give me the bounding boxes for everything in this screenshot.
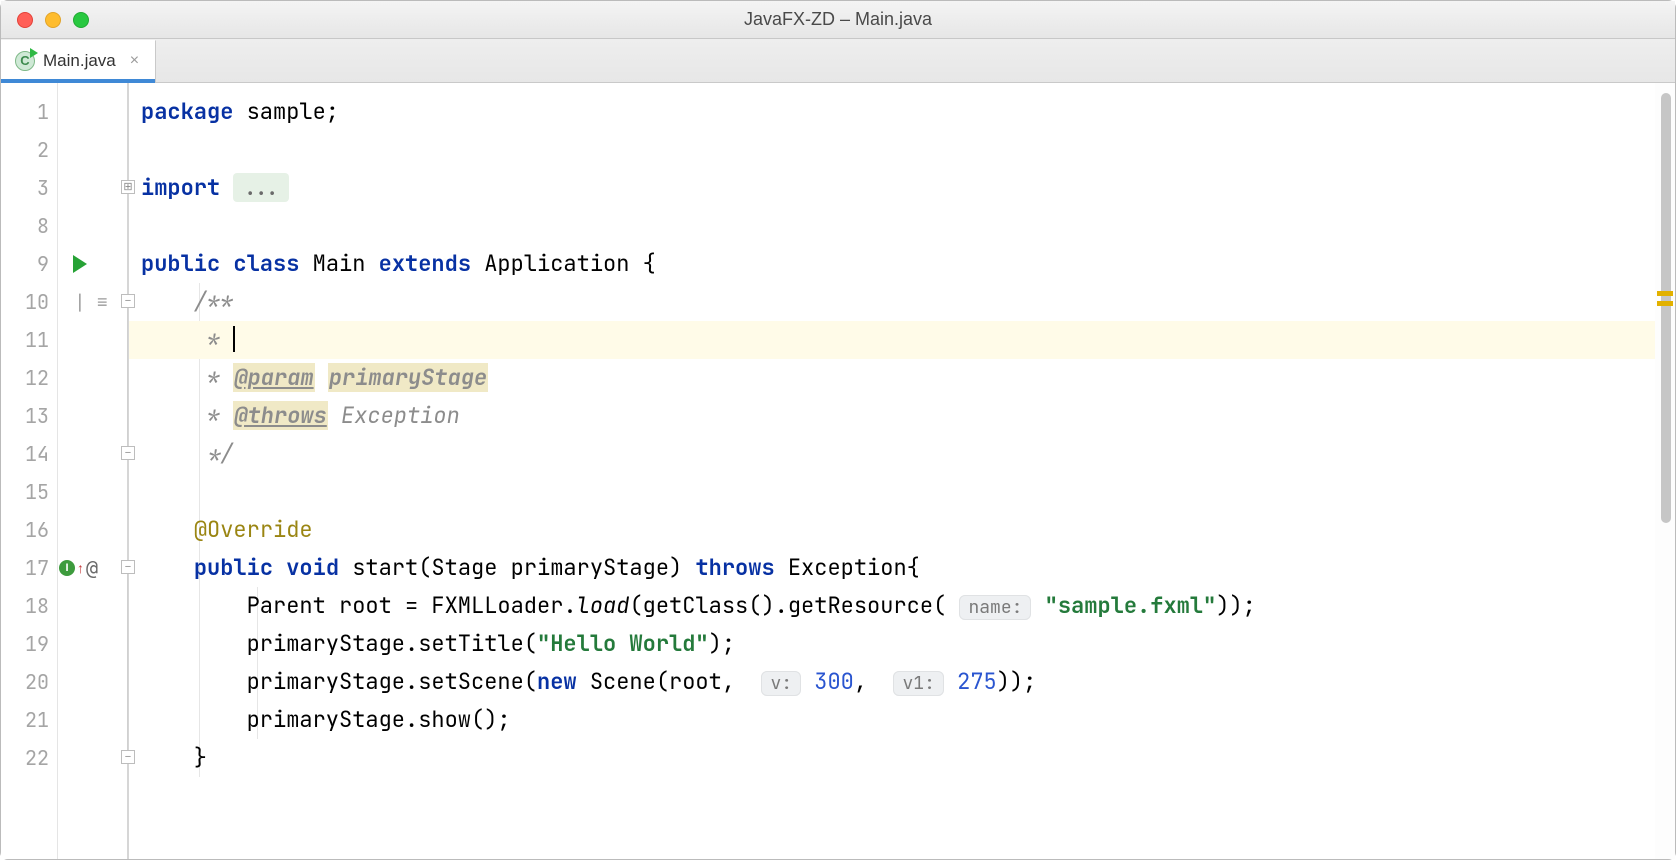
line-number[interactable]: 1 bbox=[1, 93, 49, 131]
tab-label: Main.java bbox=[43, 51, 116, 71]
line-number[interactable]: 15 bbox=[1, 473, 49, 511]
scrollbar-thumb[interactable] bbox=[1661, 93, 1671, 523]
line-number[interactable]: 20 bbox=[1, 663, 49, 701]
fold-collapse-icon[interactable]: − bbox=[121, 294, 135, 308]
fold-guide bbox=[127, 574, 128, 750]
up-arrow-icon: ↑ bbox=[77, 560, 84, 576]
fold-collapse-icon[interactable]: − bbox=[121, 446, 135, 460]
warning-marker[interactable] bbox=[1657, 301, 1673, 306]
line-number[interactable]: 8 bbox=[1, 207, 49, 245]
maximize-window-button[interactable] bbox=[73, 12, 89, 28]
code-line[interactable]: public void start(Stage primaryStage) th… bbox=[129, 549, 1655, 587]
fold-guide bbox=[127, 308, 128, 446]
line-number[interactable]: 14 bbox=[1, 435, 49, 473]
run-line-marker[interactable] bbox=[59, 245, 129, 283]
gutter[interactable]: 1 2 3 8 9 10 11 12 13 14 15 16 17 18 19 … bbox=[1, 83, 129, 859]
code-line[interactable]: } bbox=[129, 739, 1655, 777]
code-line[interactable]: primaryStage.setScene(new Scene(root, v:… bbox=[129, 663, 1655, 701]
traffic-lights bbox=[1, 12, 89, 28]
code-area[interactable]: package sample; import ... public class … bbox=[129, 83, 1655, 859]
fold-collapse-icon[interactable]: − bbox=[121, 560, 135, 574]
inlay-hint[interactable]: v: bbox=[761, 671, 801, 696]
line-number[interactable]: 18 bbox=[1, 587, 49, 625]
inlay-hint[interactable]: name: bbox=[959, 595, 1031, 620]
code-line[interactable]: @Override bbox=[129, 511, 1655, 549]
code-line[interactable] bbox=[129, 131, 1655, 169]
line-number[interactable]: 16 bbox=[1, 511, 49, 549]
tab-main-java[interactable]: C Main.java × bbox=[1, 40, 156, 82]
code-line[interactable]: * @throws Exception bbox=[129, 397, 1655, 435]
render-doc-icon: ⎸≡ bbox=[79, 292, 108, 313]
override-marker[interactable]: I ↑ @ bbox=[59, 549, 129, 587]
minimize-window-button[interactable] bbox=[45, 12, 61, 28]
close-window-button[interactable] bbox=[17, 12, 33, 28]
code-line[interactable]: primaryStage.setTitle("Hello World"); bbox=[129, 625, 1655, 663]
code-line[interactable]: package sample; bbox=[129, 93, 1655, 131]
line-number[interactable]: 10 bbox=[1, 283, 49, 321]
code-line-current[interactable]: * bbox=[129, 321, 1655, 359]
render-doc-marker[interactable]: ⎸≡ bbox=[59, 283, 129, 321]
gutter-divider bbox=[57, 83, 58, 859]
window-title: JavaFX-ZD – Main.java bbox=[1, 9, 1675, 30]
code-line[interactable]: public class Main extends Application { bbox=[129, 245, 1655, 283]
class-file-icon: C bbox=[15, 51, 35, 71]
code-line[interactable]: /** bbox=[129, 283, 1655, 321]
code-line[interactable] bbox=[129, 473, 1655, 511]
text-cursor bbox=[233, 326, 235, 352]
line-number[interactable]: 17 bbox=[1, 549, 49, 587]
line-number[interactable]: 21 bbox=[1, 701, 49, 739]
tab-bar: C Main.java × bbox=[1, 39, 1675, 83]
warning-marker[interactable] bbox=[1657, 291, 1673, 296]
code-line[interactable]: Parent root = FXMLLoader.load(getClass()… bbox=[129, 587, 1655, 625]
runnable-badge-icon bbox=[30, 48, 38, 58]
line-number[interactable]: 12 bbox=[1, 359, 49, 397]
at-glyph-icon: @ bbox=[86, 556, 98, 580]
line-number[interactable]: 2 bbox=[1, 131, 49, 169]
line-number[interactable]: 11 bbox=[1, 321, 49, 359]
fold-expand-icon[interactable]: ⊞ bbox=[121, 180, 135, 194]
code-line[interactable]: import ... bbox=[129, 169, 1655, 207]
folded-region[interactable]: ... bbox=[233, 173, 289, 202]
code-line[interactable]: * @param primaryStage bbox=[129, 359, 1655, 397]
line-number[interactable]: 9 bbox=[1, 245, 49, 283]
close-tab-button[interactable]: × bbox=[130, 52, 139, 70]
code-line[interactable]: primaryStage.show(); bbox=[129, 701, 1655, 739]
fold-collapse-icon[interactable]: − bbox=[121, 750, 135, 764]
line-number[interactable]: 19 bbox=[1, 625, 49, 663]
code-line[interactable]: */ bbox=[129, 435, 1655, 473]
override-icon: I bbox=[59, 560, 75, 576]
editor[interactable]: 1 2 3 8 9 10 11 12 13 14 15 16 17 18 19 … bbox=[1, 83, 1675, 859]
class-file-icon-letter: C bbox=[20, 53, 29, 68]
inlay-hint[interactable]: v1: bbox=[893, 671, 943, 696]
line-number[interactable]: 13 bbox=[1, 397, 49, 435]
run-icon bbox=[73, 255, 87, 273]
line-number[interactable]: 3 bbox=[1, 169, 49, 207]
error-stripe[interactable] bbox=[1655, 83, 1675, 859]
title-bar: JavaFX-ZD – Main.java bbox=[1, 1, 1675, 39]
code-line[interactable] bbox=[129, 207, 1655, 245]
line-number[interactable]: 22 bbox=[1, 739, 49, 777]
